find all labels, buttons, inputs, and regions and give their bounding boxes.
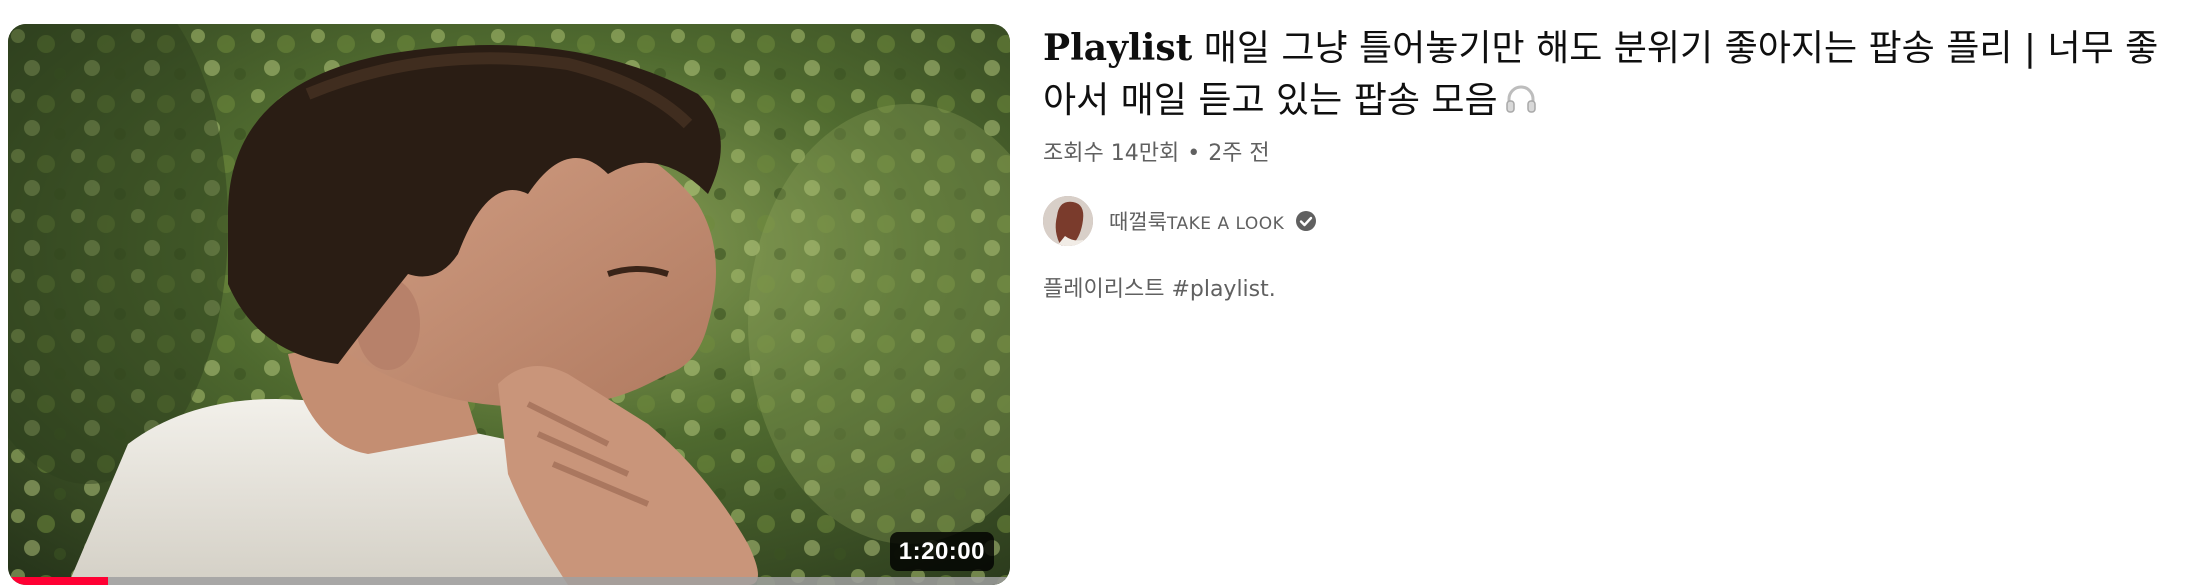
video-metadata: 조회수 14만회 • 2주 전 <box>1043 139 2183 169</box>
video-result: 1:20:00 Playlist 매일 그냥 틀어놓기만 해도 분위기 좋아지는… <box>0 0 2195 585</box>
description-end: . <box>1268 277 1276 302</box>
meta-separator: • <box>1187 141 1201 166</box>
hashtag-link[interactable]: #playlist <box>1171 277 1268 302</box>
channel-avatar[interactable] <box>1043 196 1093 246</box>
verified-check-icon <box>1294 209 1318 233</box>
thumbnail-image <box>8 24 1010 585</box>
video-description: 플레이리스트 #playlist. <box>1043 275 2183 305</box>
watch-progress-bar <box>8 577 1010 585</box>
upload-age: 2주 전 <box>1208 141 1270 166</box>
video-title[interactable]: Playlist 매일 그냥 틀어놓기만 해도 분위기 좋아지는 팝송 플리 |… <box>1043 22 2183 131</box>
description-text: 플레이리스트 <box>1043 277 1172 302</box>
view-count: 조회수 14만회 <box>1043 141 1180 166</box>
channel-name[interactable]: 때껄룩TAKE A LOOK <box>1109 206 1284 236</box>
video-title-text: 매일 그냥 틀어놓기만 해도 분위기 좋아지는 팝송 플리 | 너무 좋아서 매… <box>1043 28 2159 121</box>
channel-row: 때껄룩TAKE A LOOK <box>1043 195 2183 247</box>
video-details: Playlist 매일 그냥 틀어놓기만 해도 분위기 좋아지는 팝송 플리 |… <box>1043 22 2183 305</box>
channel-name-en: TAKE A LOOK <box>1166 214 1285 234</box>
duration-badge: 1:20:00 <box>889 532 994 571</box>
video-title-lead: Playlist <box>1043 27 1193 69</box>
headphones-icon <box>1504 79 1538 131</box>
channel-name-ko: 때껄룩 <box>1109 210 1167 234</box>
watch-progress-fill <box>8 577 109 585</box>
video-thumbnail[interactable]: 1:20:00 <box>8 24 1010 585</box>
